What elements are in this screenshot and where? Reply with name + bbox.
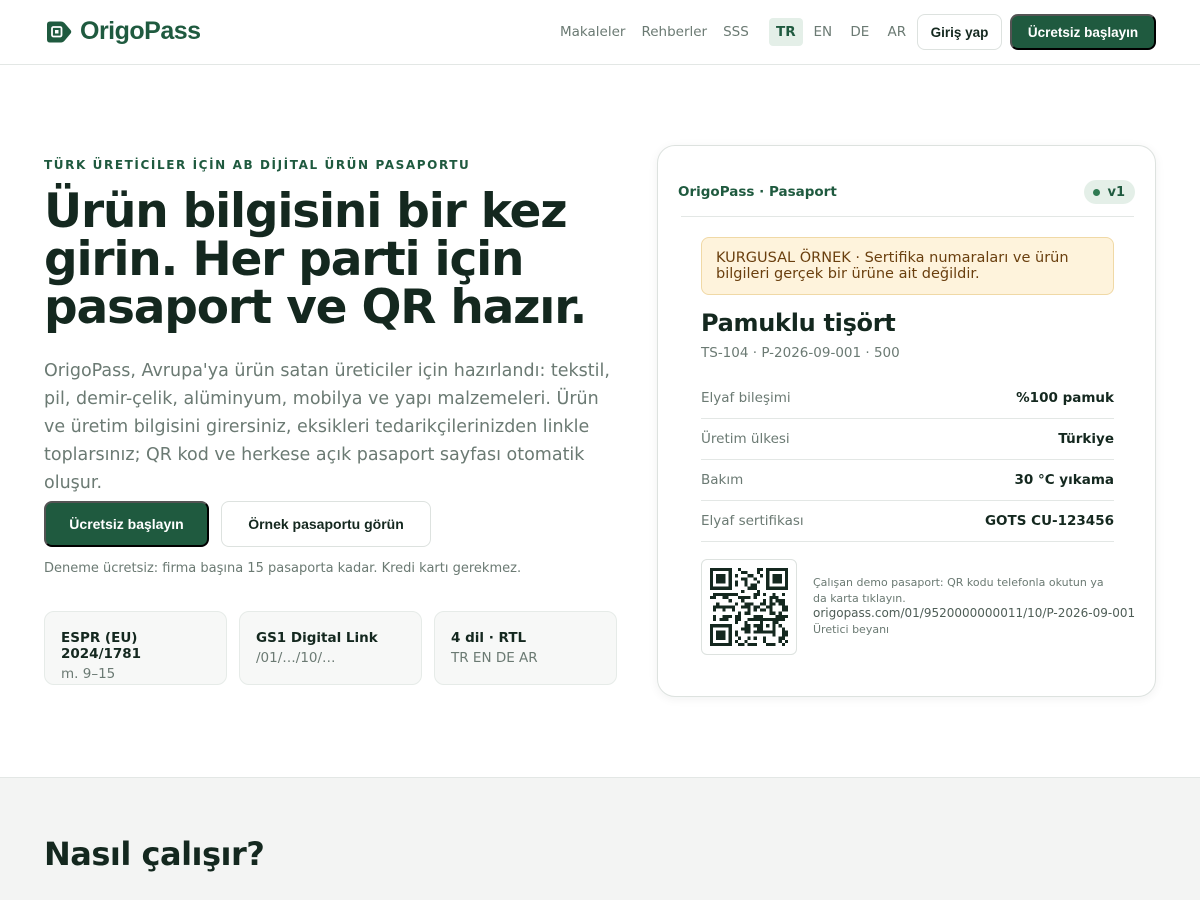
language-en[interactable]: EN xyxy=(806,18,840,46)
spec-row: Elyaf sertifikası GOTS CU-123456 xyxy=(701,501,1114,542)
login-button[interactable]: Giriş yap xyxy=(917,14,1002,50)
product-name: Pamuklu tişört xyxy=(701,309,896,337)
spec-row: Elyaf bileşimi %100 pamuk xyxy=(701,378,1114,419)
spec-label: Elyaf sertifikası xyxy=(701,513,804,529)
passport-url[interactable]: origopass.com/01/9520000000011/10/P-2026… xyxy=(813,606,1135,620)
manufacturer-declaration: Üretici beyanı xyxy=(813,623,890,636)
feature-card-gs1: GS1 Digital Link /01/…/10/… xyxy=(239,611,422,685)
hero-eyebrow: TÜRK ÜRETİCİLER İÇİN AB DİJİTAL ÜRÜN PAS… xyxy=(44,158,471,172)
trial-note: Deneme ücretsiz: firma başına 15 pasapor… xyxy=(44,561,522,576)
passport-card-header xyxy=(681,146,1134,217)
feature-subtitle: /01/…/10/… xyxy=(256,650,336,666)
language-ar[interactable]: AR xyxy=(880,18,914,46)
feature-subtitle: TR EN DE AR xyxy=(451,650,538,666)
logo-tag-icon xyxy=(47,21,72,43)
feature-title: ESPR (EU) 2024/1781 xyxy=(61,630,142,662)
qr-caption: Çalışan demo pasaport: QR kodu telefonla… xyxy=(813,576,1104,605)
spec-row: Bakım 30 °C yıkama xyxy=(701,460,1114,501)
spec-value: GOTS CU-123456 xyxy=(984,513,1114,529)
status-dot-icon xyxy=(1093,188,1101,196)
product-meta: TS-104 · P-2026-09-001 · 500 xyxy=(701,345,900,361)
feature-subtitle: m. 9–15 xyxy=(61,666,116,682)
spec-value: 30 °C yıkama xyxy=(1014,472,1114,488)
qr-code-icon xyxy=(710,568,788,646)
spec-value: %100 pamuk xyxy=(1016,390,1114,406)
spec-label: Elyaf bileşimi xyxy=(701,390,791,406)
hero-description: OrigoPass, Avrupa'ya ürün satan üreticil… xyxy=(44,361,610,493)
feature-card-languages: 4 dil · RTL TR EN DE AR xyxy=(434,611,617,685)
spec-value: Türkiye xyxy=(1058,431,1114,447)
feature-card-espr: ESPR (EU) 2024/1781 m. 9–15 xyxy=(44,611,227,685)
language-de[interactable]: DE xyxy=(843,18,877,46)
passport-brand: OrigoPass · Pasaport xyxy=(678,184,837,200)
view-sample-passport-button[interactable]: Örnek pasaportu görün xyxy=(221,501,431,547)
passport-preview-card[interactable]: OrigoPass · Pasaport v1 KURGUSAL ÖRNEK ·… xyxy=(657,145,1156,697)
hero-signup-button[interactable]: Ücretsiz başlayın xyxy=(44,501,209,547)
section-title: Nasıl çalışır? xyxy=(44,835,265,873)
qr-code[interactable] xyxy=(701,559,797,655)
spec-label: Bakım xyxy=(701,472,744,488)
spec-label: Üretim ülkesi xyxy=(701,431,790,447)
site-header: OrigoPass Makaleler Rehberler SSS TR EN … xyxy=(0,0,1200,65)
nav-faq[interactable]: SSS xyxy=(715,18,757,46)
language-tr[interactable]: TR xyxy=(768,18,803,46)
version-label: v1 xyxy=(1107,184,1125,200)
logo[interactable]: OrigoPass xyxy=(44,17,201,46)
nav-articles[interactable]: Makaleler xyxy=(552,18,633,46)
feature-title: 4 dil · RTL xyxy=(451,630,527,646)
hero-title-line: girin. Her parti için xyxy=(44,232,524,287)
fictional-example-notice: KURGUSAL ÖRNEK · Sertifika numaraları ve… xyxy=(701,237,1114,295)
brand-name: OrigoPass xyxy=(80,17,201,45)
how-it-works-section: Nasıl çalışır? xyxy=(0,777,1200,900)
nav-guides[interactable]: Rehberler xyxy=(633,18,715,46)
spec-row: Üretim ülkesi Türkiye xyxy=(701,419,1114,460)
hero-title: Ürün bilgisini bir kez girin. Her parti … xyxy=(44,188,624,332)
version-badge: v1 xyxy=(1084,180,1135,204)
hero-title-line: pasaport ve QR hazır. xyxy=(44,280,587,335)
hero-title-line: Ürün bilgisini bir kez xyxy=(44,184,568,239)
header-signup-button[interactable]: Ücretsiz başlayın xyxy=(1010,14,1156,50)
main-nav: Makaleler Rehberler SSS TR EN DE AR xyxy=(552,18,914,46)
feature-title: GS1 Digital Link xyxy=(256,630,378,646)
